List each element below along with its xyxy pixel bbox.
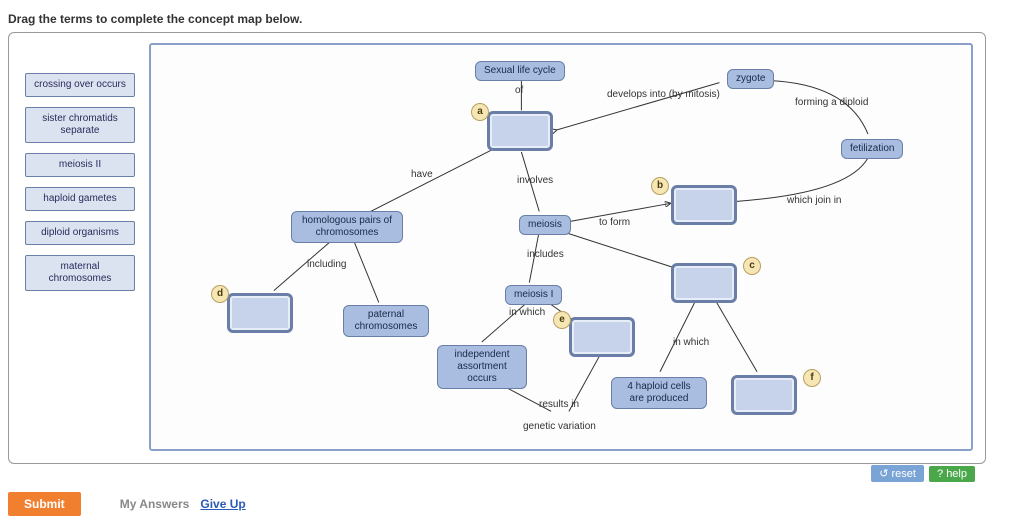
edge-which-join-in: which join in: [787, 195, 841, 206]
reset-button[interactable]: ↺ reset: [871, 465, 924, 482]
dropzone-e[interactable]: [569, 317, 635, 357]
edge-results-in: results in: [539, 399, 579, 410]
node-paternal: paternal chromosomes: [343, 305, 429, 337]
edge-of: of: [515, 85, 523, 96]
node-genetic-variation: genetic variation: [523, 421, 596, 432]
dropzone-c[interactable]: [671, 263, 737, 303]
tag-b: b: [651, 177, 669, 195]
term-maternal-chromosomes[interactable]: maternal chromosomes: [25, 255, 135, 291]
edge-forming-diploid: forming a diploid: [795, 97, 868, 108]
dropzone-f[interactable]: [731, 375, 797, 415]
node-homologous-pairs: homologous pairs of chromosomes: [291, 211, 403, 243]
term-sister-chromatids[interactable]: sister chromatids separate: [25, 107, 135, 143]
edge-in-which-1: in which: [509, 307, 545, 318]
node-zygote: zygote: [727, 69, 774, 89]
edge-includes: includes: [527, 249, 564, 260]
help-button[interactable]: ? help: [929, 466, 975, 482]
dropzone-d[interactable]: [227, 293, 293, 333]
node-sexual-life-cycle: Sexual life cycle: [475, 61, 565, 81]
edge-including: including: [307, 259, 346, 270]
tag-f: f: [803, 369, 821, 387]
node-fertilization: fetilization: [841, 139, 903, 159]
term-haploid-gametes[interactable]: haploid gametes: [25, 187, 135, 211]
node-meiosis: meiosis: [519, 215, 571, 235]
edge-develops-into: develops into (by mitosis): [607, 89, 720, 100]
node-4-haploid-cells: 4 haploid cells are produced: [611, 377, 707, 409]
edge-to-form: to form: [599, 217, 630, 228]
activity-panel: crossing over occurs sister chromatids s…: [8, 32, 986, 464]
tag-c: c: [743, 257, 761, 275]
dropzone-a[interactable]: [487, 111, 553, 151]
tag-d: d: [211, 285, 229, 303]
node-independent-assortment: independent assortment occurs: [437, 345, 527, 389]
give-up-link[interactable]: Give Up: [200, 497, 245, 511]
instruction-text: Drag the terms to complete the concept m…: [8, 12, 1014, 26]
tag-a: a: [471, 103, 489, 121]
concept-map-canvas[interactable]: Sexual life cycle zygote fetilization me…: [149, 43, 973, 451]
my-answers-link[interactable]: My Answers: [120, 497, 190, 511]
reset-label: reset: [891, 468, 915, 480]
edge-involves: involves: [517, 175, 553, 186]
edge-in-which-2: in which: [673, 337, 709, 348]
term-bank: crossing over occurs sister chromatids s…: [25, 73, 135, 301]
node-meiosis-i: meiosis I: [505, 285, 562, 305]
term-crossing-over[interactable]: crossing over occurs: [25, 73, 135, 97]
term-diploid-organisms[interactable]: diploid organisms: [25, 221, 135, 245]
term-meiosis-ii[interactable]: meiosis II: [25, 153, 135, 177]
tag-e: e: [553, 311, 571, 329]
dropzone-b[interactable]: [671, 185, 737, 225]
edge-have: have: [411, 169, 433, 180]
submit-button[interactable]: Submit: [8, 492, 81, 516]
bottom-controls: Submit My Answers Give Up: [8, 492, 1014, 516]
canvas-footer: ↺ reset ? help: [871, 465, 975, 482]
